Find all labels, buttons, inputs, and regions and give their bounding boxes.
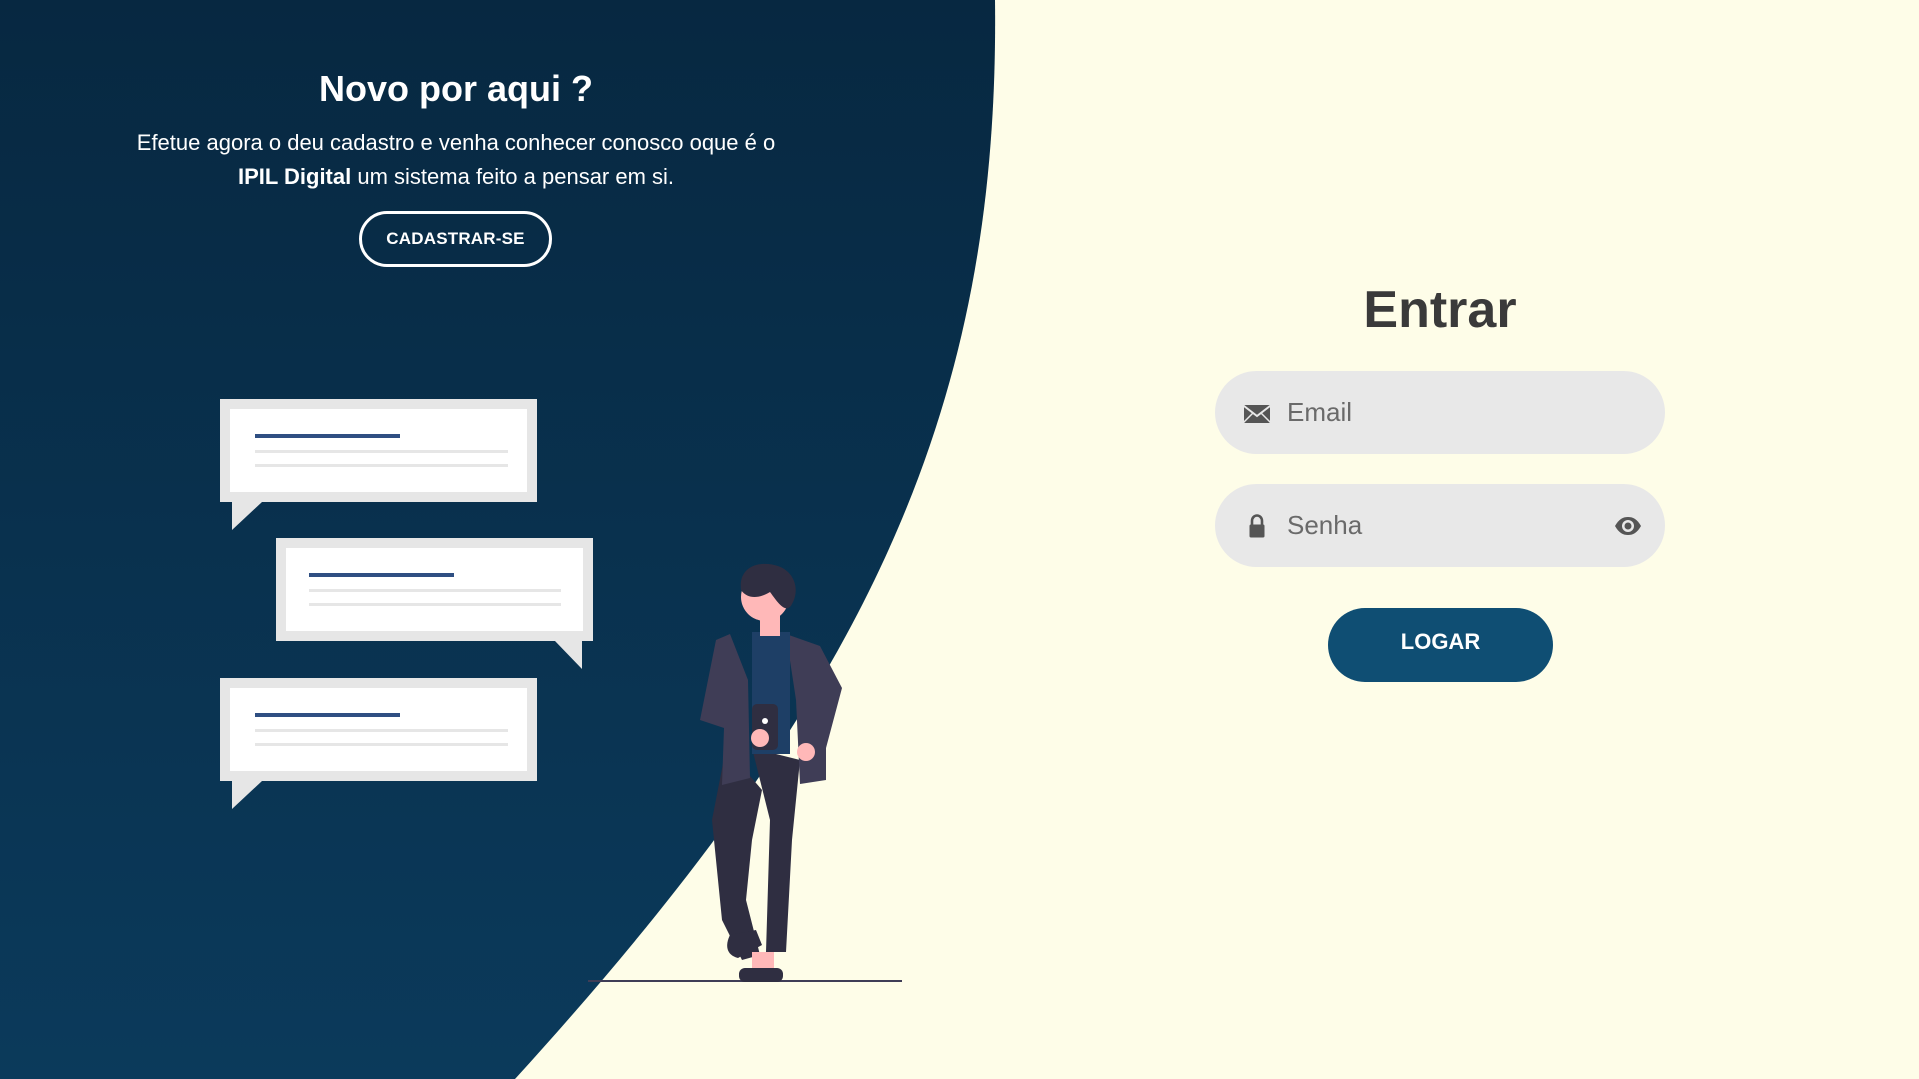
signup-button[interactable]: CADASTRAR-SE [359,211,552,267]
email-input[interactable] [1287,371,1587,454]
lock-icon [1249,514,1265,538]
chat-bubble-icon [276,538,593,669]
chat-bubble-icon [220,399,537,530]
signup-text-end: um sistema feito a pensar em si. [357,164,675,189]
eye-icon[interactable] [1613,511,1643,541]
signup-title: Novo por aqui ? [319,68,593,109]
signup-text-start: Efetue agora o deu cadastro e venha conh… [136,130,776,155]
signup-description: Efetue agora o deu cadastro e venha conh… [120,126,792,194]
password-input[interactable] [1287,484,1587,567]
login-title: Entrar [1363,281,1517,339]
envelope-icon [1243,405,1271,423]
login-button[interactable]: LOGAR [1328,608,1553,682]
brand-name: IPIL Digital [237,164,352,189]
password-field[interactable] [1215,484,1665,567]
chat-bubble-icon [220,678,537,809]
person-icon [588,563,902,982]
email-field[interactable] [1215,371,1665,454]
